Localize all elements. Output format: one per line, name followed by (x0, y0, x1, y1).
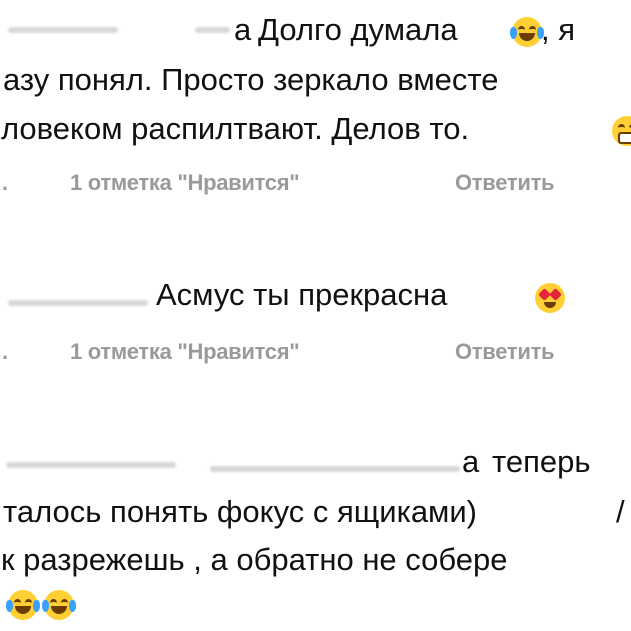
comment-text: к разрежешь , а обратно не собере (1, 542, 508, 577)
reply-button[interactable]: Ответить (455, 339, 555, 365)
comment-text: ловеком распилтвают. Делов то. (1, 111, 470, 146)
comment-text-fragment: а (234, 12, 252, 47)
face-with-tears-of-joy-icon (510, 17, 544, 47)
redacted-username (8, 27, 118, 33)
smiling-face-with-heart-eyes-icon (535, 283, 565, 313)
comment-text-fragment: а (462, 444, 480, 479)
comment-text: Асмус ты прекрасна (156, 277, 448, 312)
comment-text: талось понять фокус с ящиками) (3, 494, 478, 529)
redacted-username (210, 466, 460, 472)
grimacing-face-icon (612, 116, 631, 146)
comment-time: . (2, 170, 8, 195)
redacted-username (195, 27, 230, 33)
reply-button[interactable]: Ответить (455, 170, 555, 196)
comment-text: Долго думала (258, 12, 458, 47)
like-count[interactable]: 1 отметка "Нравится" (70, 339, 300, 365)
comment-text: теперь (492, 444, 591, 479)
comment-text: азу понял. Просто зеркало вместе (3, 62, 499, 97)
comment-time: . (2, 339, 8, 364)
comments-screenshot: а Долго думала , я азу понял. Просто зер… (0, 0, 631, 631)
comment-text: , я (541, 12, 576, 47)
comment-text-fragment: / (616, 494, 625, 529)
face-with-tears-of-joy-icon (6, 590, 40, 620)
redacted-username (8, 300, 148, 306)
face-with-tears-of-joy-icon (42, 590, 76, 620)
redacted-username (6, 462, 176, 468)
like-count[interactable]: 1 отметка "Нравится" (70, 170, 300, 196)
